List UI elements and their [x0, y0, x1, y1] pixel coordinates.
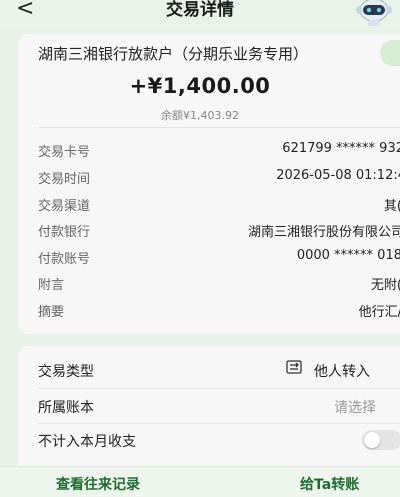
transfer-in-icon: [286, 360, 302, 374]
time-label: 交易时间: [38, 172, 91, 187]
transfer-button[interactable]: 给Ta转账: [300, 474, 359, 494]
transaction-amount: +¥1,400.00: [129, 74, 271, 98]
transaction-type-label: 交易类型: [38, 364, 94, 380]
time-value: 2026-05-08 01:12:4: [276, 168, 400, 183]
summary-value: 他行汇/: [358, 305, 400, 320]
counterparty-name: 湖南三湘银行放款户（分期乐业务专用）: [38, 45, 309, 63]
ledger-label: 所属账本: [38, 400, 94, 416]
transaction-type-select[interactable]: 他人转入: [314, 361, 370, 381]
robot-assistant-icon[interactable]: [354, 0, 394, 26]
payer-account-label: 付款账号: [38, 252, 91, 267]
account-balance: 余额¥1,403.92: [161, 109, 239, 122]
remark-label: 附言: [38, 278, 65, 293]
payer-bank-value: 湖南三湘银行股份有限公司: [247, 225, 400, 240]
channel-label: 交易渠道: [38, 199, 91, 214]
payer-account-value: 0000 ****** 018: [296, 248, 400, 263]
divider: [38, 388, 400, 389]
toggle-knob: [364, 432, 380, 448]
summary-label: 摘要: [38, 305, 65, 320]
channel-value: 其(: [383, 199, 400, 214]
exclude-monthly-toggle[interactable]: [362, 430, 400, 450]
card-number-value: 621799 ****** 932: [282, 141, 400, 156]
exclude-monthly-label: 不计入本月收支: [38, 434, 136, 450]
ledger-select[interactable]: 请选择: [334, 397, 376, 417]
divider: [38, 423, 400, 424]
card-number-label: 交易卡号: [38, 145, 91, 160]
payer-bank-label: 付款银行: [38, 225, 91, 240]
view-history-button[interactable]: 查看往来记录: [56, 474, 140, 494]
divider: [38, 127, 400, 128]
page-title: 交易详情: [166, 0, 234, 20]
remark-value: 无附(: [370, 278, 400, 293]
